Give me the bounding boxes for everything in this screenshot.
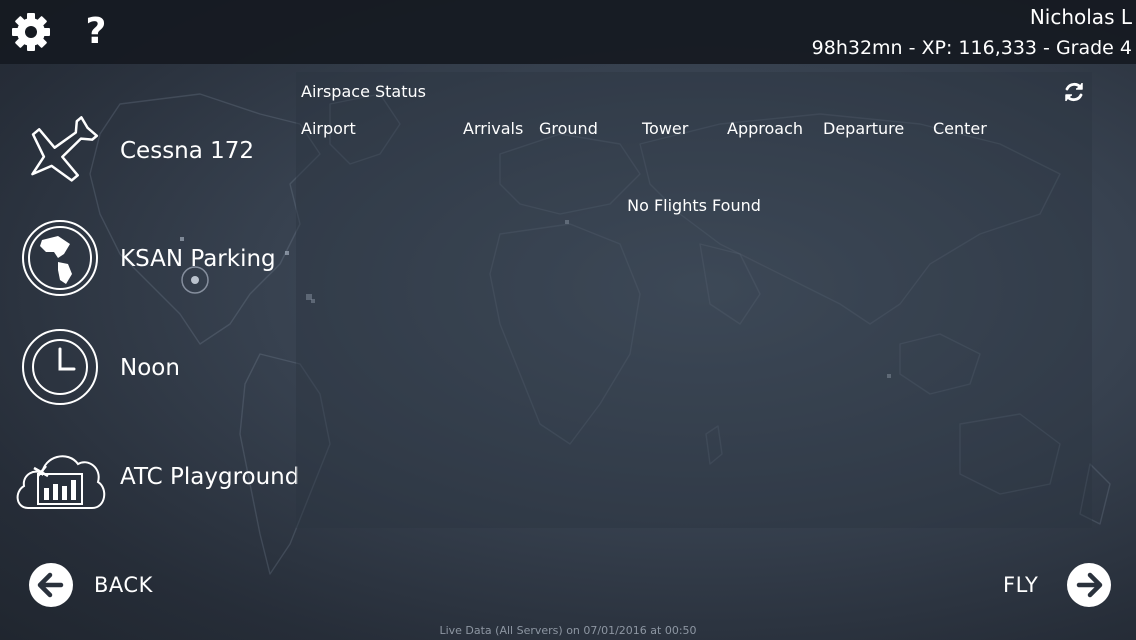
cloud-server-icon xyxy=(16,455,106,509)
clock-icon xyxy=(22,329,98,405)
arrow-right-icon xyxy=(1067,563,1111,607)
empty-flights-message: No Flights Found xyxy=(627,196,761,215)
column-header-center: Center xyxy=(933,119,987,138)
column-header-arrivals: Arrivals xyxy=(463,119,524,138)
arrow-left-icon xyxy=(29,563,73,607)
menu-item-server[interactable]: ATC Playground xyxy=(0,426,300,526)
menu-label-server: ATC Playground xyxy=(120,464,300,490)
menu-label-aircraft: Cessna 172 xyxy=(120,138,255,164)
column-header-ground: Ground xyxy=(539,119,598,138)
live-data-status: Live Data (All Servers) on 07/01/2016 at… xyxy=(439,624,697,637)
back-button[interactable]: BACK xyxy=(28,560,168,610)
column-header-tower: Tower xyxy=(642,119,689,138)
top-bar: ? Nicholas L 98h32mn - XP: 116,333 - Gra… xyxy=(0,0,1136,64)
menu-item-time[interactable]: Noon xyxy=(0,317,296,417)
help-button[interactable]: ? xyxy=(82,12,110,52)
panel-title: Airspace Status xyxy=(301,82,426,101)
settings-button[interactable] xyxy=(10,11,52,53)
column-header-approach: Approach xyxy=(727,119,804,138)
airspace-status-panel: Airspace Status Airport Arrivals Ground … xyxy=(296,72,1092,528)
menu-item-aircraft[interactable]: Cessna 172 xyxy=(0,101,296,201)
fly-label: FLY xyxy=(1003,573,1039,597)
refresh-icon[interactable] xyxy=(1062,80,1086,104)
back-label: BACK xyxy=(94,573,153,597)
menu-label-time: Noon xyxy=(120,355,180,381)
help-icon: ? xyxy=(85,11,107,52)
user-name: Nicholas L xyxy=(1029,5,1132,29)
column-header-airport: Airport xyxy=(301,119,356,138)
fly-button[interactable]: FLY xyxy=(998,560,1116,610)
gear-icon xyxy=(12,13,50,51)
menu-item-location[interactable]: KSAN Parking xyxy=(0,208,296,308)
column-header-departure: Departure xyxy=(823,119,905,138)
airplane-icon xyxy=(31,116,99,182)
globe-icon xyxy=(22,220,98,296)
menu-label-location: KSAN Parking xyxy=(120,246,276,272)
user-stats: 98h32mn - XP: 116,333 - Grade 4 xyxy=(811,37,1132,59)
